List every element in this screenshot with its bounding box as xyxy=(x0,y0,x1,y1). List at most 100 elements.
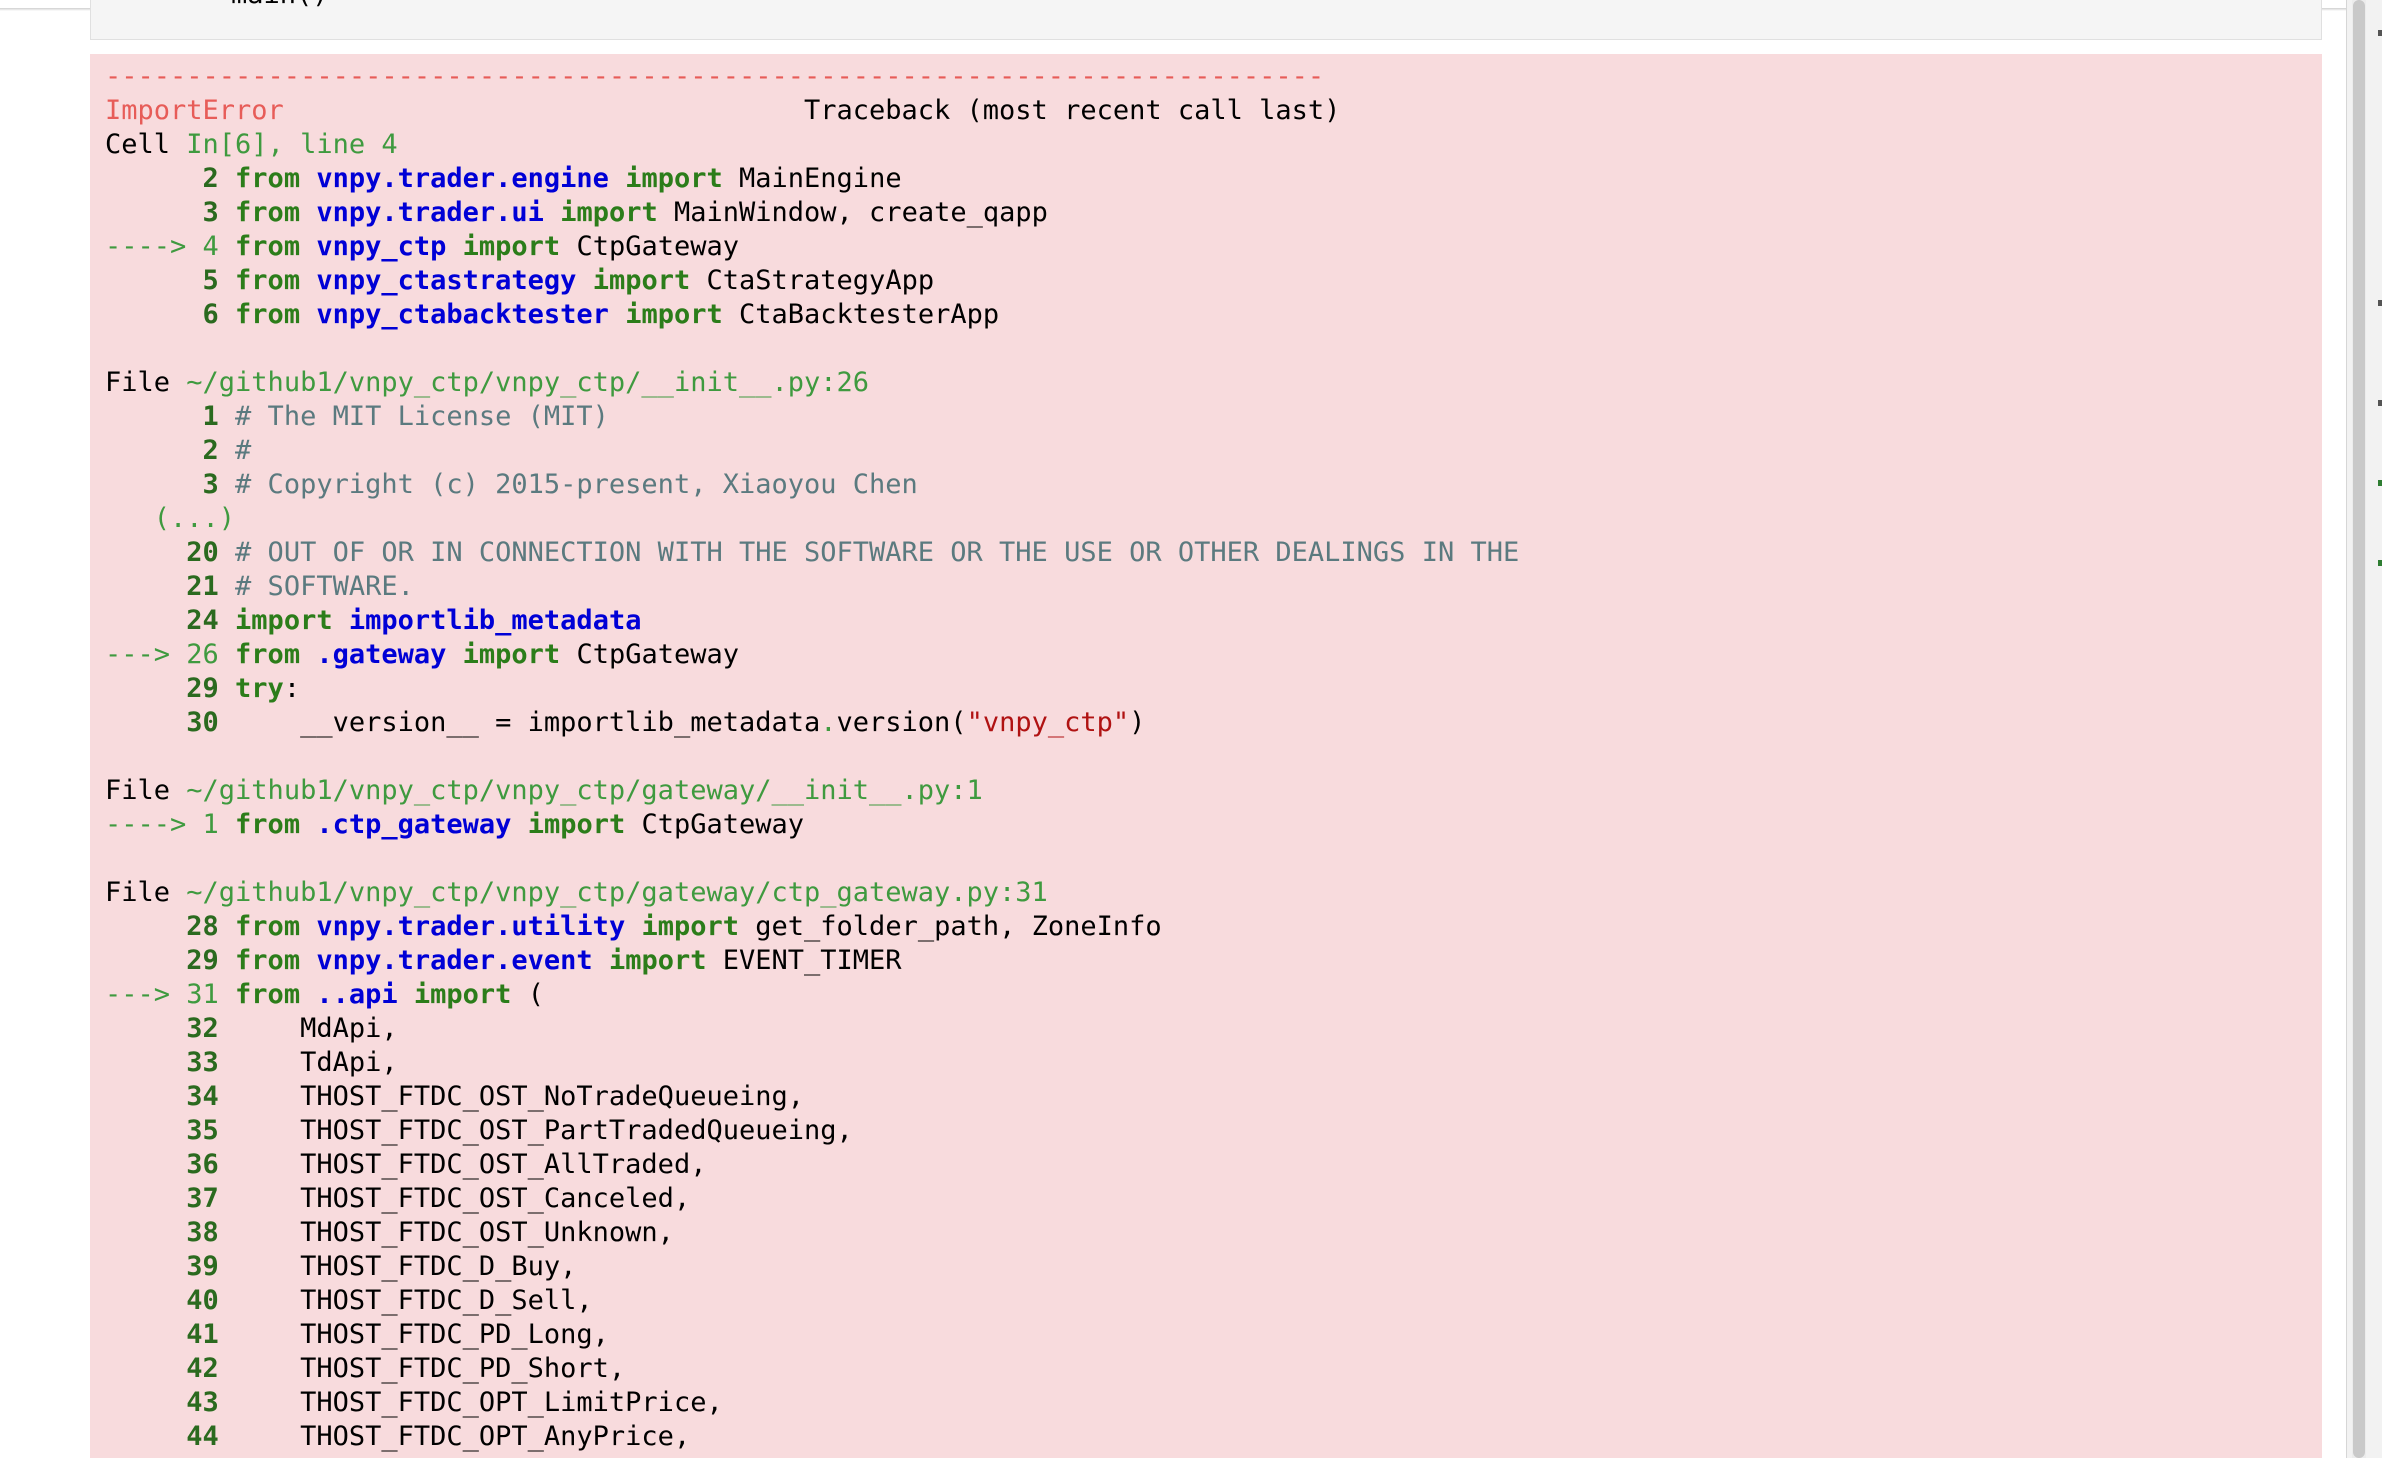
traceback-line: File ~/github1/vnpy_ctp/vnpy_ctp/__init_… xyxy=(105,366,1519,400)
traceback-line: 2 from vnpy.trader.engine import MainEng… xyxy=(105,162,1519,196)
code-token: . xyxy=(820,707,837,738)
code-token: 33 xyxy=(105,1047,236,1078)
code-token: THOST_FTDC_D_Buy, xyxy=(235,1251,577,1282)
code-token: 32 xyxy=(105,1013,236,1044)
traceback-line: 38 THOST_FTDC_OST_Unknown, xyxy=(105,1216,1519,1250)
code-token: from xyxy=(235,197,301,228)
traceback-line: ----> 4 from vnpy_ctp import CtpGateway xyxy=(105,230,1519,264)
code-token: from xyxy=(235,639,301,670)
traceback-line: 42 THOST_FTDC_PD_Short, xyxy=(105,1352,1519,1386)
code-token: from xyxy=(235,911,301,942)
traceback-line: ---> 26 from .gateway import CtpGateway xyxy=(105,638,1519,672)
traceback-title: Traceback (most recent call last) xyxy=(803,95,1341,126)
traceback-line: 39 THOST_FTDC_D_Buy, xyxy=(105,1250,1519,1284)
code-token: 2 xyxy=(105,435,236,466)
code-token: vnpy_ctastrategy xyxy=(316,265,577,296)
code-token: 3 xyxy=(105,197,236,228)
traceback-line: 34 THOST_FTDC_OST_NoTradeQueueing, xyxy=(105,1080,1519,1114)
code-token: import xyxy=(527,809,626,840)
code-token: from xyxy=(235,979,301,1010)
code-token: 37 xyxy=(105,1183,236,1214)
code-token: CtpGateway xyxy=(625,809,805,840)
traceback-line: Cell In[6], line 4 xyxy=(105,128,1519,162)
scrollbar-thumb[interactable] xyxy=(2353,0,2365,1458)
traceback-separator: ----------------------------------------… xyxy=(105,61,1325,92)
code-token: THOST_FTDC_PD_Long, xyxy=(235,1319,609,1350)
traceback-line: 44 THOST_FTDC_OPT_AnyPrice, xyxy=(105,1420,1519,1454)
traceback-line: 43 THOST_FTDC_OPT_LimitPrice, xyxy=(105,1386,1519,1420)
code-token: from xyxy=(235,231,301,262)
code-token: 39 xyxy=(105,1251,236,1282)
previous-code-cell[interactable]: main() xyxy=(90,0,2322,40)
code-token: import xyxy=(413,979,512,1010)
code-token: TdApi, xyxy=(235,1047,398,1078)
code-token: MdApi, xyxy=(235,1013,398,1044)
traceback-line xyxy=(105,332,1519,366)
code-token: CtaBacktesterApp xyxy=(722,299,1000,330)
code-token: vnpy.trader.engine xyxy=(316,163,609,194)
code-token: 20 xyxy=(105,537,236,568)
code-token: 36 xyxy=(105,1149,236,1180)
code-token: 3 xyxy=(105,469,236,500)
code-token: (...) xyxy=(105,503,236,534)
exception-name: ImportError xyxy=(105,95,284,126)
code-token: MainEngine xyxy=(722,163,902,194)
traceback-header: ImportError Traceback (most recent call … xyxy=(105,94,1519,128)
traceback-line: 20 # OUT OF OR IN CONNECTION WITH THE SO… xyxy=(105,536,1519,570)
code-token: __version__ = importlib_metadata xyxy=(235,707,821,738)
code-token: 38 xyxy=(105,1217,236,1248)
code-token: ( xyxy=(511,979,544,1010)
edge-marker xyxy=(2378,480,2382,486)
code-token: File xyxy=(105,877,187,908)
code-token: from xyxy=(235,265,301,296)
header-gap xyxy=(284,95,804,126)
code-token: In[6], line 4 xyxy=(186,129,398,160)
code-token: ----> 1 xyxy=(105,809,236,840)
traceback-line: 40 THOST_FTDC_D_Sell, xyxy=(105,1284,1519,1318)
code-token: # OUT OF OR IN CONNECTION WITH THE SOFTW… xyxy=(235,537,1520,568)
traceback-line xyxy=(105,740,1519,774)
traceback-line: 41 THOST_FTDC_PD_Long, xyxy=(105,1318,1519,1352)
code-token: version( xyxy=(836,707,967,738)
code-token: 42 xyxy=(105,1353,236,1384)
code-token: import xyxy=(462,231,561,262)
traceback-line: File ~/github1/vnpy_ctp/vnpy_ctp/gateway… xyxy=(105,774,1519,808)
edge-marker xyxy=(2378,560,2382,566)
traceback-line: ----> 1 from .ctp_gateway import CtpGate… xyxy=(105,808,1519,842)
code-token: import xyxy=(592,265,691,296)
traceback-line: 32 MdApi, xyxy=(105,1012,1519,1046)
code-token: EVENT_TIMER xyxy=(706,945,902,976)
code-token: import xyxy=(462,639,561,670)
code-token: CtaStrategyApp xyxy=(690,265,935,296)
code-token: MainWindow, create_qapp xyxy=(657,197,1048,228)
traceback-line: ---> 31 from ..api import ( xyxy=(105,978,1519,1012)
traceback: ----------------------------------------… xyxy=(105,60,1519,1454)
code-token: import xyxy=(560,197,658,228)
code-token: try xyxy=(235,673,284,704)
code-token: 43 xyxy=(105,1387,236,1418)
edge-marker xyxy=(2378,400,2382,406)
code-token: 40 xyxy=(105,1285,236,1316)
traceback-line: 35 THOST_FTDC_OST_PartTradedQueueing, xyxy=(105,1114,1519,1148)
code-token: THOST_FTDC_OPT_AnyPrice, xyxy=(235,1421,691,1452)
code-token: File xyxy=(105,367,187,398)
code-token: # SOFTWARE. xyxy=(235,571,414,602)
traceback-line: 6 from vnpy_ctabacktester import CtaBack… xyxy=(105,298,1519,332)
code-token: 44 xyxy=(105,1421,236,1452)
code-token: 34 xyxy=(105,1081,236,1112)
traceback-line: 33 TdApi, xyxy=(105,1046,1519,1080)
